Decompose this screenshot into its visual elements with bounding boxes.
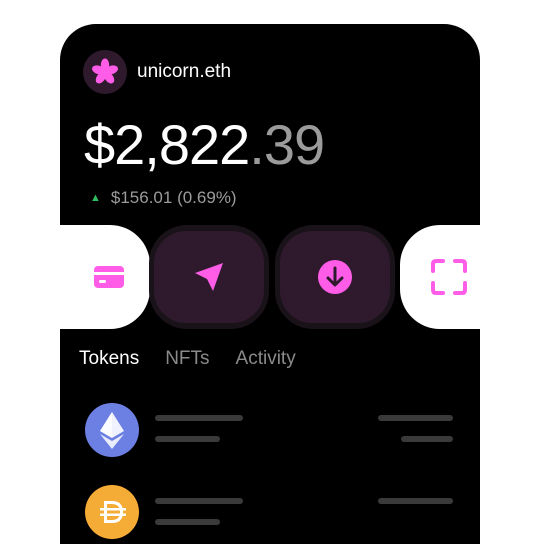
portfolio-balance: $2,822.39 [84,112,325,177]
balance-change: ▲ $156.01 (0.69%) [90,188,237,208]
avatar[interactable] [83,50,127,94]
token-row[interactable] [60,485,480,544]
tab-tokens[interactable]: Tokens [79,348,139,370]
scan-frame-icon [431,259,467,295]
token-row[interactable] [60,403,480,463]
send-arrow-icon [195,263,223,291]
tab-nfts[interactable]: NFTs [165,348,209,370]
buy-button[interactable] [60,225,150,329]
change-amount: $156.01 (0.69%) [110,188,237,207]
flower-icon [92,58,118,84]
receive-button[interactable] [275,225,395,329]
arrow-down-circle-icon [318,260,352,294]
ens-name: unicorn.eth [137,61,232,82]
token-balance-skeleton [155,519,220,525]
token-value-skeleton [378,415,453,421]
dai-icon [85,485,139,539]
triangle-up-icon: ▲ [90,192,101,204]
credit-card-icon [94,266,124,288]
balance-decimal: .39 [249,113,325,176]
token-balance-skeleton [155,436,220,442]
send-button[interactable] [149,225,269,329]
tab-activity[interactable]: Activity [236,348,296,370]
asset-tabs: Tokens NFTs Activity [79,348,296,370]
token-name-skeleton [155,498,243,504]
token-value-skeleton [378,498,453,504]
wallet-screen: unicorn.eth $2,822.39 ▲ $156.01 (0.69%) [60,24,480,544]
scan-button[interactable] [400,225,480,329]
balance-integer: $2,822 [84,113,250,176]
token-name-skeleton [155,415,243,421]
token-change-skeleton [401,436,453,442]
ethereum-icon [85,403,139,457]
